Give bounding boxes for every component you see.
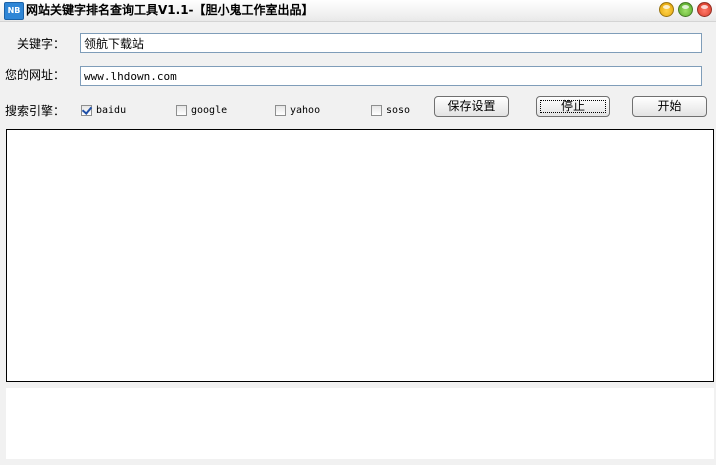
save-settings-button[interactable]: 保存设置 [434, 96, 509, 117]
results-panel[interactable] [6, 129, 714, 382]
checkbox-icon[interactable] [371, 104, 382, 116]
url-label: 您的网址： [5, 68, 66, 82]
engine-name: google [191, 104, 228, 116]
app-icon: NB [4, 2, 24, 20]
checkbox-icon[interactable] [81, 104, 92, 116]
keyword-label: 关键字： [17, 37, 66, 51]
checkbox-icon[interactable] [176, 104, 187, 116]
engine-name: soso [386, 104, 411, 116]
maximize-button[interactable] [678, 2, 693, 17]
stop-button[interactable]: 停止 [536, 96, 610, 117]
close-button[interactable] [697, 2, 712, 17]
engine-label: 搜索引擎： [5, 104, 66, 118]
window-title: 网站关键字排名查询工具V1.1-【胆小鬼工作室出品】 [26, 3, 314, 17]
engine-name: baidu [96, 104, 127, 116]
checkbox-icon[interactable] [275, 104, 286, 116]
minimize-button[interactable] [659, 2, 674, 17]
url-input[interactable] [80, 66, 702, 86]
title-bar[interactable]: NB 网站关键字排名查询工具V1.1-【胆小鬼工作室出品】 [0, 0, 716, 22]
engine-checkbox-google[interactable]: google [176, 103, 227, 117]
engine-checkbox-baidu[interactable]: baidu [81, 103, 126, 117]
engine-checkbox-soso[interactable]: soso [371, 103, 410, 117]
start-button[interactable]: 开始 [632, 96, 707, 117]
engine-checkbox-yahoo[interactable]: yahoo [275, 103, 320, 117]
app-window: NB 网站关键字排名查询工具V1.1-【胆小鬼工作室出品】 关键字： 您的网址：… [0, 0, 716, 465]
keyword-input[interactable] [80, 33, 702, 53]
status-panel [6, 388, 714, 459]
engine-name: yahoo [290, 104, 321, 116]
